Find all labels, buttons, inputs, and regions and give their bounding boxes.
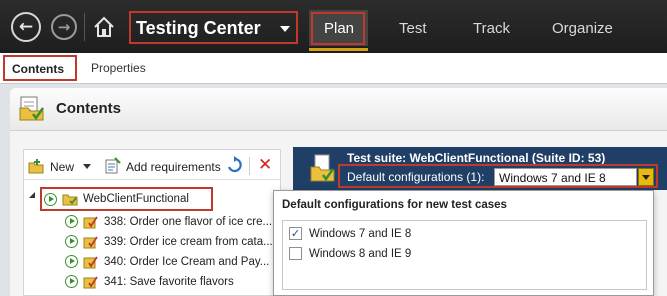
tree-item[interactable]: 338: Order one flavor of ice cre...	[65, 214, 272, 229]
tree-item[interactable]: 339: Order ice cream from cata...	[65, 234, 273, 249]
refresh-icon[interactable]	[226, 156, 242, 174]
checkbox-unchecked[interactable]	[289, 247, 302, 260]
test-case-icon	[83, 216, 98, 229]
app-title-dropdown[interactable]: Testing Center	[129, 11, 298, 44]
tree-item[interactable]: 341: Save favorite flavors	[65, 274, 234, 289]
tab-track[interactable]: Track	[473, 10, 510, 46]
toolbar-divider	[249, 157, 250, 175]
back-arrow-icon: ←	[18, 16, 34, 37]
test-plan-icon	[19, 96, 45, 121]
tree-item[interactable]: 340: Order Ice Cream and Pay...	[65, 254, 269, 269]
tree-item-label: 339: Order ice cream from cata...	[104, 235, 273, 248]
tab-test[interactable]: Test	[399, 10, 427, 46]
tab-plan[interactable]: Plan	[309, 10, 368, 51]
configuration-option-label: Windows 8 and IE 9	[309, 247, 412, 260]
new-button[interactable]: New	[50, 160, 74, 174]
suite-title: Test suite: WebClientFunctional (Suite I…	[347, 151, 606, 165]
dropdown-button[interactable]	[638, 168, 654, 186]
panel-title: Contents	[56, 100, 121, 117]
tree-toolbar: New Add requirements ✕	[24, 150, 280, 180]
test-case-icon	[83, 276, 98, 289]
suite-tree-pane: New Add requirements ✕ WebClientFunction…	[23, 149, 281, 296]
run-icon[interactable]	[65, 255, 78, 268]
configuration-option[interactable]: Windows 8 and IE 9	[289, 247, 411, 260]
test-case-icon	[83, 236, 98, 249]
run-icon[interactable]	[65, 235, 78, 248]
active-tab-indicator	[309, 48, 368, 51]
tree-root-item[interactable]: WebClientFunctional	[44, 192, 189, 206]
configurations-list: ✓ Windows 7 and IE 8 Windows 8 and IE 9	[282, 220, 647, 290]
back-button[interactable]: ←	[11, 12, 41, 42]
subtab-properties[interactable]: Properties	[91, 61, 146, 75]
new-suite-icon[interactable]	[28, 158, 44, 174]
add-requirements-button[interactable]: Add requirements	[126, 160, 221, 174]
test-case-icon	[83, 256, 98, 269]
popup-title: Default configurations for new test case…	[282, 199, 507, 211]
home-button[interactable]	[92, 15, 116, 39]
tab-organize[interactable]: Organize	[552, 10, 613, 46]
forward-arrow-icon: →	[57, 17, 71, 36]
test-suite-icon	[310, 154, 335, 182]
chevron-down-icon	[280, 26, 290, 32]
sub-navigation: Contents Properties	[0, 53, 667, 84]
default-configurations-box: Default configurations (1): Windows 7 an…	[338, 164, 658, 188]
tree-item-label: 338: Order one flavor of ice cre...	[104, 215, 273, 228]
panel-header: Contents	[10, 88, 667, 131]
add-requirements-icon[interactable]	[104, 157, 121, 174]
run-icon[interactable]	[65, 275, 78, 288]
run-icon[interactable]	[65, 215, 78, 228]
subtab-contents[interactable]: Contents	[3, 55, 77, 81]
configurations-popup: Default configurations for new test case…	[273, 190, 654, 296]
suite-icon	[62, 194, 78, 206]
configuration-option[interactable]: ✓ Windows 7 and IE 8	[289, 227, 411, 240]
forward-button[interactable]: →	[51, 14, 77, 40]
tree-collapse-icon[interactable]	[29, 192, 35, 198]
tree-root-label: WebClientFunctional	[83, 193, 189, 205]
tree-item-label: 341: Save favorite flavors	[104, 275, 234, 288]
delete-icon[interactable]: ✕	[258, 157, 272, 174]
run-icon[interactable]	[44, 192, 57, 206]
checkbox-checked[interactable]: ✓	[289, 227, 302, 240]
default-configurations-label: Default configurations (1):	[347, 170, 485, 184]
home-icon	[94, 16, 114, 37]
configuration-option-label: Windows 7 and IE 8	[309, 227, 412, 240]
tab-plan-label: Plan	[324, 20, 355, 37]
app-title: Testing Center	[136, 18, 261, 38]
top-bar: ← → Testing Center Plan Test Track Organ…	[0, 0, 667, 53]
header-divider	[84, 13, 85, 41]
suite-header: Test suite: WebClientFunctional (Suite I…	[293, 147, 667, 190]
configuration-select[interactable]: Windows 7 and IE 8	[494, 168, 637, 186]
tree-item-label: 340: Order Ice Cream and Pay...	[104, 255, 270, 268]
chevron-down-icon[interactable]	[83, 164, 91, 169]
